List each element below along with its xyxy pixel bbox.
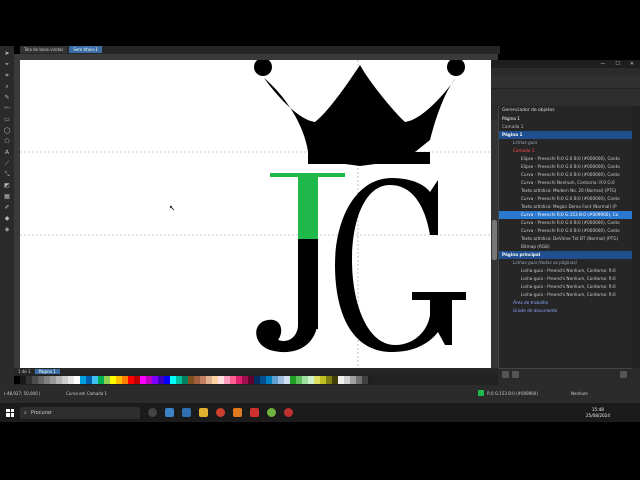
zoom-tool-icon[interactable]: ⌕ (4, 83, 11, 90)
fill-swatch (478, 390, 484, 396)
shape-tool-icon[interactable]: ⌖ (4, 61, 11, 68)
tree-object-row[interactable]: Texto artístico: Modern No. 20 (Normal) … (499, 187, 633, 195)
interactive-fill-tool-icon[interactable]: ◆ (4, 215, 11, 222)
connector-tool-icon[interactable]: ⤡ (4, 171, 11, 178)
taskbar-search-box[interactable]: ⌕ Procurar (20, 406, 140, 419)
tree-object-row[interactable]: Linha-guia - Preenchi Nenhum, Contorno: … (499, 283, 633, 291)
file-explorer-icon[interactable] (199, 408, 208, 417)
new-master-layer-icon[interactable] (512, 371, 519, 378)
search-icon: ⌕ (24, 409, 27, 416)
tree-page-row[interactable]: Página principal (499, 251, 633, 259)
windows-start-button[interactable] (6, 408, 14, 417)
task-view-icon[interactable] (148, 408, 157, 417)
tree-layer-row[interactable]: Camada 1 (499, 147, 633, 155)
tree-object-row[interactable]: Grade de documento (499, 307, 633, 315)
document-tabs: Tela de boas-vindas Sem título-1 (20, 46, 500, 54)
tree-object-row[interactable]: Texto artístico: DeVinne Txt BT (Normal)… (499, 235, 633, 243)
vlc-icon[interactable] (233, 408, 242, 417)
tree-object-row[interactable]: Linha-guia - Preenchi Nenhum, Contorno: … (499, 275, 633, 283)
tree-object-row[interactable]: Área de trabalho (499, 299, 633, 307)
page-navigator: 1 de 1 Página 1 (14, 368, 498, 375)
vertical-scrollbar-thumb[interactable] (492, 220, 497, 260)
word-icon[interactable] (182, 408, 191, 417)
clock-date: 25/08/2024 (585, 412, 610, 418)
recorder-icon[interactable] (284, 408, 293, 417)
current-page-label: Página 1 (502, 116, 520, 121)
tree-page-row[interactable]: Página 1 (499, 131, 633, 139)
drop-shadow-tool-icon[interactable]: ◩ (4, 182, 11, 189)
tree-object-row[interactable]: Elipse - Preenchi R:0 G:0 B:0 (#000000),… (499, 163, 633, 171)
object-info: Curva em Camada 1 (66, 391, 108, 396)
status-bar: (-48,927; 50,000 ) Curva em Camada 1 R:0… (0, 385, 640, 403)
app-icon[interactable] (250, 408, 259, 417)
transparency-tool-icon[interactable]: ▦ (4, 193, 11, 200)
tab-welcome-screen[interactable]: Tela de boas-vindas (20, 46, 68, 53)
search-placeholder: Procurar (30, 409, 52, 416)
eyedropper-tool-icon[interactable]: ✐ (4, 204, 11, 211)
delete-icon[interactable] (620, 371, 627, 378)
tree-object-row[interactable]: Linha-guia - Preenchi Nenhum, Contorno: … (499, 291, 633, 299)
windows-taskbar: ⌕ Procurar 15:48 25/08/2024 (0, 403, 640, 422)
close-button[interactable]: ✕ (630, 61, 634, 67)
docker-title: Gerenciador de objetos (502, 108, 555, 113)
current-layer-label: Camada 1 (502, 124, 524, 129)
tree-object-row[interactable]: Curva - Preenchi R:0 G:0 B:0 (#000000), … (499, 195, 633, 203)
freehand-tool-icon[interactable]: ✎ (4, 94, 11, 101)
fill-info: R:0 G:153 B:0 (#009900) (487, 391, 538, 396)
outline-info: Nenhum (571, 391, 588, 396)
ellipse-tool-icon[interactable]: ◯ (4, 127, 11, 134)
palette-swatch[interactable] (368, 376, 374, 384)
text-tool-icon[interactable]: A (4, 149, 11, 156)
tree-object-row[interactable]: Texto artístico: Megan Demo Font (Normal… (499, 203, 633, 211)
toolbox: ➤ ⌖ ⌗ ⌕ ✎ 〰 ▭ ◯ ⬠ A ⟋ ⤡ ◩ ▦ ✐ ◆ ◈ (0, 46, 14, 368)
coreldraw-taskbar-icon[interactable] (267, 408, 276, 417)
artwork (20, 60, 491, 368)
polygon-tool-icon[interactable]: ⬠ (4, 138, 11, 145)
tree-object-row[interactable]: Curva - Preenchi R:0 G:0 B:0 (#000000), … (499, 227, 633, 235)
letter-g[interactable] (335, 178, 466, 352)
cursor-coordinates: (-48,927; 50,000 ) (4, 391, 41, 396)
edge-icon[interactable] (165, 408, 174, 417)
new-layer-icon[interactable] (502, 371, 509, 378)
artistic-media-tool-icon[interactable]: 〰 (4, 105, 11, 112)
pick-tool-icon[interactable]: ➤ (4, 50, 11, 57)
docker-footer (498, 368, 632, 379)
letter-j[interactable] (256, 173, 345, 353)
maximize-button[interactable]: ☐ (615, 61, 619, 67)
system-clock[interactable]: 15:48 25/08/2024 (586, 407, 610, 419)
crop-tool-icon[interactable]: ⌗ (4, 72, 11, 79)
window-controls: — ☐ ✕ (600, 61, 640, 67)
drawing-canvas[interactable] (20, 60, 491, 368)
mouse-cursor-icon (169, 205, 175, 211)
tree-object-row[interactable]: Linhas-guia (todas as páginas) (499, 259, 633, 267)
tab-document[interactable]: Sem título-1 (69, 46, 102, 53)
smart-fill-tool-icon[interactable]: ◈ (4, 226, 11, 233)
minimize-button[interactable]: — (600, 61, 605, 67)
tree-object-row[interactable]: Curva - Preenchi R:0 G:0 B:0 (#000000), … (499, 219, 633, 227)
crown-shape[interactable] (254, 60, 465, 166)
chrome-icon[interactable] (216, 408, 225, 417)
page-counter: 1 de 1 (18, 369, 31, 374)
color-palette (14, 375, 498, 385)
parallel-dimension-tool-icon[interactable]: ⟋ (4, 160, 11, 167)
docker-side-tabs[interactable] (632, 106, 640, 368)
tree-object-row[interactable]: Bitmap (RGB) (499, 243, 633, 251)
rectangle-tool-icon[interactable]: ▭ (4, 116, 11, 123)
page-tab[interactable]: Página 1 (34, 369, 60, 374)
object-manager-docker: Gerenciador de objetos Página 1 Camada 1… (498, 106, 633, 368)
tree-object-row[interactable]: Linhas-guia (499, 139, 633, 147)
tree-object-row[interactable]: Linha-guia - Preenchi Nenhum, Contorno: … (499, 267, 633, 275)
tree-object-row[interactable]: Curva - Preenchi R:0 G:0 B:0 (#000000), … (499, 171, 633, 179)
tree-object-row[interactable]: Curva - Preenchi R:0 G:153 B:0 (#009900)… (499, 211, 633, 219)
object-tree: Página 1 Linhas-guia Camada 1 Elipse - Pree… (499, 131, 633, 315)
tree-object-row[interactable]: Elipse - Preenchi R:0 G:0 B:0 (#000000),… (499, 155, 633, 163)
tree-object-row[interactable]: Curva - Preenchi Nenhum, Contorno: R:0 G… (499, 179, 633, 187)
